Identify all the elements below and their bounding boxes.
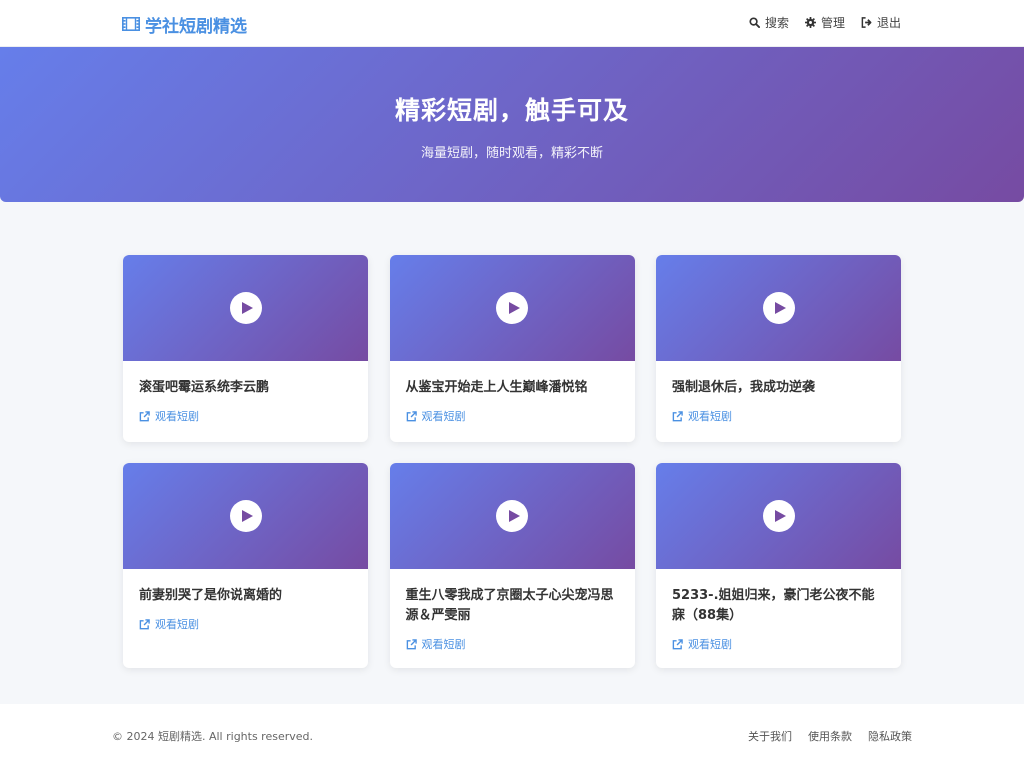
- play-button[interactable]: [496, 292, 528, 324]
- footer-link-about[interactable]: 关于我们: [748, 728, 792, 744]
- watch-drama-link[interactable]: 观看短剧: [139, 408, 352, 424]
- watch-drama-label: 观看短剧: [688, 410, 732, 423]
- drama-thumbnail[interactable]: [656, 463, 901, 569]
- footer: © 2024 短剧精选. All rights reserved. 关于我们 使…: [0, 704, 1024, 764]
- footer-links: 关于我们 使用条款 隐私政策: [748, 728, 912, 744]
- play-button[interactable]: [762, 292, 795, 324]
- drama-title: 滚蛋吧霉运系统李云鹏: [139, 380, 270, 395]
- drama-card: 前妻别哭了是你说离婚的 观看短剧: [123, 463, 368, 668]
- watch-drama-link[interactable]: 观看短剧: [672, 408, 885, 424]
- play-icon: [242, 510, 253, 522]
- nav-search-label: 搜索: [764, 16, 789, 30]
- drama-grid: 滚蛋吧霉运系统李云鹏 观看短剧 从鉴宝开始走上人生巅峰潘悦铭 观看短剧 强制退休…: [123, 255, 901, 668]
- nav-admin-link[interactable]: 管理: [804, 14, 845, 31]
- footer-link-privacy[interactable]: 隐私政策: [868, 728, 912, 744]
- drama-thumbnail[interactable]: [123, 463, 368, 569]
- play-icon: [508, 510, 520, 522]
- gear-icon: [804, 17, 816, 28]
- sign-out-icon: [861, 17, 872, 28]
- watch-drama-label: 观看短剧: [155, 618, 199, 631]
- watch-drama-label: 观看短剧: [421, 638, 466, 651]
- brand-link[interactable]: 学社短剧精选: [122, 12, 247, 37]
- watch-drama-link[interactable]: 观看短剧: [139, 616, 352, 632]
- film-icon: [122, 17, 140, 31]
- play-button[interactable]: [762, 500, 795, 532]
- drama-thumbnail[interactable]: [389, 255, 635, 361]
- watch-drama-label: 观看短剧: [688, 638, 732, 651]
- drama-card: 滚蛋吧霉运系统李云鹏 观看短剧: [123, 255, 368, 442]
- nav-search-link[interactable]: 搜索: [749, 14, 789, 31]
- external-link-icon: [139, 410, 150, 421]
- watch-drama-label: 观看短剧: [155, 410, 199, 423]
- play-icon: [775, 510, 786, 522]
- nav-logout-link[interactable]: 退出: [861, 14, 901, 31]
- hero-subtitle: 海量短剧，随时观看，精彩不断: [420, 146, 603, 161]
- watch-drama-label: 观看短剧: [421, 410, 466, 423]
- watch-drama-link[interactable]: 观看短剧: [672, 636, 885, 652]
- play-icon: [775, 302, 786, 314]
- external-link-icon: [406, 638, 417, 649]
- footer-link-terms[interactable]: 使用条款: [808, 728, 852, 744]
- play-icon: [508, 302, 520, 314]
- external-link-icon: [672, 638, 683, 649]
- play-icon: [242, 302, 253, 314]
- watch-drama-link[interactable]: 观看短剧: [406, 408, 619, 424]
- brand-name: 学社短剧精选: [145, 16, 247, 37]
- external-link-icon: [672, 410, 683, 421]
- drama-thumbnail[interactable]: [656, 255, 901, 361]
- drama-thumbnail[interactable]: [123, 255, 368, 361]
- navbar: 学社短剧精选 搜索 管理 退出: [0, 0, 1024, 47]
- drama-card: 从鉴宝开始走上人生巅峰潘悦铭 观看短剧: [389, 255, 635, 442]
- drama-title: 5233-.姐姐归来，豪门老公夜不能寐（88集）: [672, 588, 875, 623]
- search-icon: [749, 17, 760, 28]
- external-link-icon: [406, 410, 417, 421]
- nav-admin-label: 管理: [820, 16, 845, 30]
- play-button[interactable]: [229, 500, 262, 532]
- drama-title: 从鉴宝开始走上人生巅峰潘悦铭: [405, 380, 588, 395]
- hero-title: 精彩短剧，触手可及: [394, 96, 629, 125]
- external-link-icon: [139, 618, 150, 629]
- drama-title: 强制退休后，我成功逆袭: [672, 380, 816, 395]
- nav-logout-label: 退出: [876, 16, 901, 30]
- play-button[interactable]: [229, 292, 262, 324]
- drama-title: 重生八零我成了京圈太子心尖宠冯思源＆严雯丽: [405, 588, 614, 623]
- drama-card: 强制退休后，我成功逆袭 观看短剧: [656, 255, 901, 442]
- watch-drama-link[interactable]: 观看短剧: [406, 636, 619, 652]
- hero-banner: 精彩短剧，触手可及 海量短剧，随时观看，精彩不断: [0, 47, 1024, 202]
- drama-card: 5233-.姐姐归来，豪门老公夜不能寐（88集） 观看短剧: [656, 463, 901, 668]
- copyright-text: © 2024 短剧精选. All rights reserved.: [112, 730, 314, 743]
- play-button[interactable]: [496, 500, 528, 532]
- drama-title: 前妻别哭了是你说离婚的: [139, 588, 283, 603]
- drama-card: 重生八零我成了京圈太子心尖宠冯思源＆严雯丽 观看短剧: [389, 463, 635, 668]
- drama-thumbnail[interactable]: [389, 463, 635, 569]
- nav-links: 搜索 管理 退出: [749, 14, 901, 31]
